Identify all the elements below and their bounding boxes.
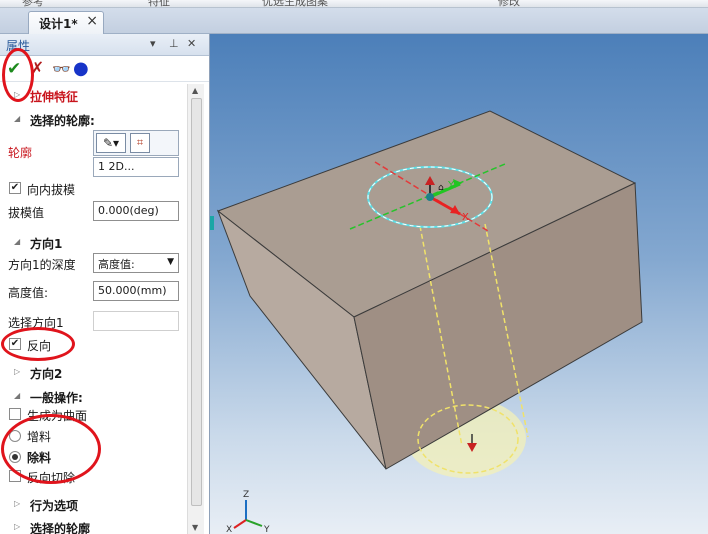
expand-triangle-icon[interactable]: ▷ [14, 367, 20, 376]
gen-surface-row: 生成为曲面 [0, 406, 186, 424]
reverse-cut-label: 反向切除 [27, 471, 76, 485]
inward-draft-checkbox[interactable]: ✔ [9, 182, 21, 194]
profile-list-item[interactable]: 1 2D... [93, 157, 179, 177]
panel-title: 属性 [6, 39, 31, 53]
profile-label: 轮廓 [8, 146, 33, 160]
ok-check-icon[interactable]: ✔ [7, 59, 21, 79]
depth1-select-value: 高度值: [98, 258, 135, 271]
ribbon-item-pattern[interactable]: 优选生成图案 [262, 0, 328, 7]
section-title: 一般操作: [30, 391, 83, 405]
close-icon[interactable]: × [86, 13, 98, 29]
dropdown-icon[interactable]: ▾ [150, 37, 156, 50]
remove-material-label: 除料 [27, 451, 52, 465]
left-edge-marker [210, 216, 214, 230]
panel-header: 属性 ▾ ⊥ ✕ [0, 34, 209, 56]
ribbon-strip: 参考 特征 优选生成图案 修改 [0, 0, 708, 8]
draft-value-label: 拔模值 [8, 206, 45, 220]
reverse-cut-checkbox[interactable] [9, 470, 21, 482]
scroll-up-icon[interactable]: ▲ [192, 86, 198, 95]
triad-y-label: Y [263, 525, 270, 534]
manip-y-label: Y [447, 180, 455, 191]
depth1-row: 方向1的深度 高度值: ▼ [0, 252, 186, 274]
3d-scene[interactable]: ⌂ X Y Z X Y [210, 34, 708, 534]
remove-material-radio[interactable] [9, 451, 21, 463]
general-ops-section[interactable]: ◢ 一般操作: [0, 388, 186, 406]
triad-x-axis [233, 519, 247, 529]
collapse-triangle-icon[interactable]: ◢ [14, 237, 20, 246]
triad-x-label: X [226, 525, 232, 534]
pin-icon[interactable]: ⊥ [169, 37, 179, 50]
profile-pick-icon[interactable]: ⌗ [130, 133, 150, 153]
scroll-thumb[interactable] [191, 98, 202, 506]
reverse-checkbox[interactable]: ✔ [9, 338, 21, 350]
sketch-edit-icon[interactable]: ✎▾ [96, 133, 126, 153]
3d-viewport[interactable]: ⌂ X Y Z X Y [210, 34, 708, 534]
gen-surface-label: 生成为曲面 [27, 409, 88, 423]
selected-profile-section[interactable]: ◢ 选择的轮廓: [0, 111, 186, 129]
draft-value-input[interactable]: 0.000(deg) [93, 201, 179, 221]
height-label: 高度值: [8, 286, 49, 300]
triad-y-axis [245, 519, 263, 527]
add-material-radio[interactable] [9, 430, 21, 442]
direction2-section[interactable]: ▷ 方向2 [0, 364, 186, 382]
depth1-select[interactable]: 高度值: ▼ [93, 253, 179, 273]
remove-material-row: 除料 [0, 448, 186, 466]
expand-triangle-icon[interactable]: ▷ [14, 499, 20, 508]
height-input[interactable]: 50.000(mm) [93, 281, 179, 301]
add-material-label: 增料 [27, 430, 52, 444]
ribbon-item-reference[interactable]: 参考 [22, 0, 44, 7]
chevron-down-icon: ▼ [167, 257, 174, 267]
section-title: 选择的轮廓: [30, 114, 95, 128]
document-tab-strip: 设计1* × [0, 8, 708, 34]
behavior-section[interactable]: ▷ 行为选项 [0, 496, 186, 514]
height-row: 高度值: 50.000(mm) [0, 280, 186, 302]
add-material-row: 增料 [0, 427, 186, 445]
depth1-label: 方向1的深度 [8, 258, 76, 272]
section-title: 方向2 [30, 367, 63, 381]
draft-value-row: 拔模值 0.000(deg) [0, 201, 186, 223]
inward-draft-row: ✔ 向内拔模 [0, 180, 186, 198]
panel-scrollbar[interactable]: ▲ ▼ [187, 84, 204, 534]
preview-glasses-icon[interactable]: 👓 [52, 59, 71, 79]
document-tab[interactable]: 设计1* × [28, 11, 104, 34]
manip-x-label: X [462, 212, 469, 223]
profile-tool-group: ✎▾ ⌗ [93, 130, 179, 156]
manip-label-icon: ⌂ [438, 183, 444, 193]
selected-profile2-section[interactable]: ▷ 选择的轮廓 [0, 519, 186, 534]
section-title: 选择的轮廓 [30, 522, 91, 534]
feature-title-row: ▷ 拉伸特征 [0, 87, 186, 105]
select-direction1-label: 选择方向1 [8, 316, 64, 330]
document-tab-title: 设计1* [39, 17, 78, 31]
cancel-x-icon[interactable]: ✗ [30, 59, 44, 79]
triad-z-label: Z [243, 490, 249, 500]
section-title: 行为选项 [30, 499, 79, 513]
reverse-row: ✔ 反向 [0, 336, 186, 354]
inward-draft-label: 向内拔模 [27, 183, 76, 197]
scroll-down-icon[interactable]: ▼ [192, 523, 198, 532]
reverse-label: 反向 [27, 339, 52, 353]
ribbon-item-modify[interactable]: 修改 [498, 0, 520, 7]
select-direction1-row: 选择方向1 [0, 310, 186, 332]
close-icon[interactable]: ✕ [187, 37, 196, 50]
property-panel: 属性 ▾ ⊥ ✕ ✔ ✗ 👓 ● ▲ ▼ ▷ 拉伸特征 ◢ 选择的轮廓: 轮廓 … [0, 34, 210, 534]
apply-dot-icon[interactable]: ● [73, 59, 89, 79]
gen-surface-checkbox[interactable] [9, 408, 21, 420]
ribbon-item-feature[interactable]: 特征 [148, 0, 170, 7]
profile-row: 轮廓 ✎▾ ⌗ 1 2D... [0, 130, 186, 178]
reverse-cut-row: 反向切除 [0, 468, 186, 486]
manip-center [426, 193, 434, 201]
panel-toolbar: ✔ ✗ 👓 ● [0, 56, 209, 82]
section-title: 方向1 [30, 237, 63, 251]
select-direction1-input[interactable] [93, 311, 179, 331]
direction1-section[interactable]: ◢ 方向1 [0, 234, 186, 252]
collapse-triangle-icon[interactable]: ◢ [14, 114, 20, 123]
expand-triangle-icon[interactable]: ▷ [14, 522, 20, 531]
expand-triangle-icon[interactable]: ▷ [14, 90, 20, 99]
feature-title: 拉伸特征 [30, 90, 79, 104]
collapse-triangle-icon[interactable]: ◢ [14, 391, 20, 400]
